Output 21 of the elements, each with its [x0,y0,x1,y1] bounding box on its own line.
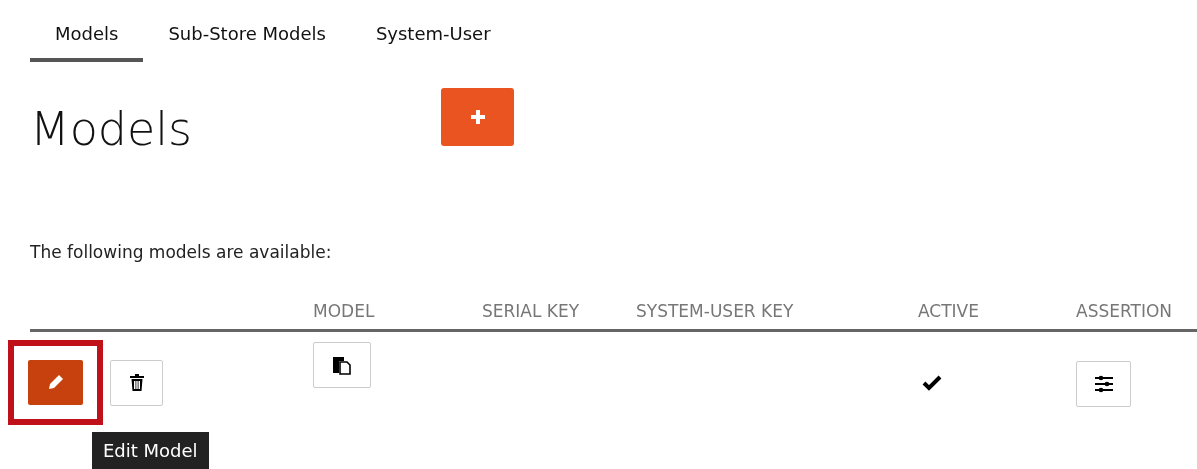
pencil-icon [46,373,65,391]
clipboard-icon [333,354,351,375]
column-header: ASSERTION [1076,300,1173,324]
copy-button[interactable] [313,341,371,388]
add-button[interactable] [441,88,514,146]
sliders-icon [1093,374,1114,393]
edit-button[interactable] [28,359,83,405]
column-header: SYSTEM-USER KEY [636,300,794,324]
plus-icon [469,109,486,125]
tab[interactable]: System-User [350,8,516,62]
tab[interactable]: Sub-Store Models [143,8,351,62]
trash-icon [129,374,144,391]
intro-text: The following models are available: [29,241,333,264]
column-header: MODEL [313,300,375,324]
assertion-button[interactable] [1076,360,1131,407]
column-header: SERIAL KEY [482,300,580,324]
tab[interactable]: Models [30,8,144,62]
column-header: ACTIVE [918,300,979,324]
tooltip: Edit Model [92,432,209,469]
delete-button[interactable] [110,359,163,406]
page-heading: Models [30,106,194,152]
